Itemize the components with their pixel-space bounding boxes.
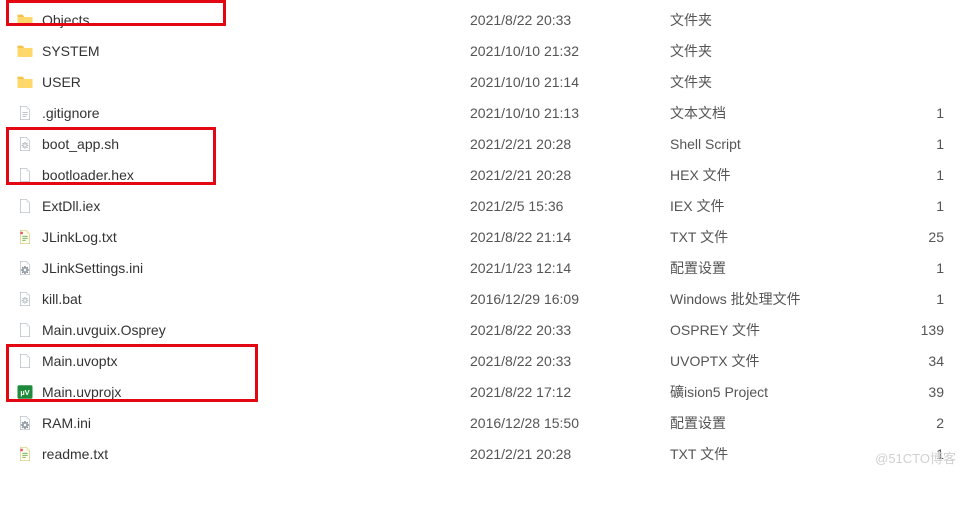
blank-icon <box>16 352 34 370</box>
file-date: 2021/10/10 21:13 <box>470 105 670 121</box>
blank-icon <box>16 166 34 184</box>
gear-icon <box>16 290 34 308</box>
file-type: UVOPTX 文件 <box>670 351 870 371</box>
file-name: RAM.ini <box>42 415 91 431</box>
txtgray-icon <box>16 104 34 122</box>
file-row[interactable]: Main.uvguix.Osprey 2021/8/22 20:33OSPREY … <box>10 314 958 345</box>
file-name: .gitignore <box>42 105 100 121</box>
file-date: 2016/12/28 15:50 <box>470 415 670 431</box>
file-name: Main.uvguix.Osprey <box>42 322 166 338</box>
file-size: 1 <box>870 291 950 307</box>
file-size: 1 <box>870 260 950 276</box>
file-date: 2016/12/29 16:09 <box>470 291 670 307</box>
file-row[interactable]: ExtDll.iex 2021/2/5 15:36IEX 文件1 <box>10 190 958 221</box>
file-row[interactable]: µV Main.uvprojx 2021/8/22 17:12礦ision5 Pro… <box>10 376 958 407</box>
uvproj-icon: µV <box>16 383 34 401</box>
file-type: OSPREY 文件 <box>670 320 870 340</box>
file-row[interactable]: RAM.ini 2016/12/28 15:50配置设置2 <box>10 407 958 438</box>
file-date: 2021/1/23 12:14 <box>470 260 670 276</box>
file-name: readme.txt <box>42 446 108 462</box>
file-date: 2021/2/21 20:28 <box>470 446 670 462</box>
file-size: 1 <box>870 198 950 214</box>
file-name: kill.bat <box>42 291 82 307</box>
file-date: 2021/8/22 20:33 <box>470 12 670 28</box>
file-date: 2021/2/21 20:28 <box>470 136 670 152</box>
file-size: 1 <box>870 105 950 121</box>
file-type: IEX 文件 <box>670 196 870 216</box>
file-type: 配置设置 <box>670 258 870 278</box>
file-name: Main.uvoptx <box>42 353 117 369</box>
file-size: 34 <box>870 353 950 369</box>
file-type: TXT 文件 <box>670 227 870 247</box>
file-row[interactable]: USER 2021/10/10 21:14文件夹 <box>10 66 958 97</box>
file-row[interactable]: .gitignore 2021/10/10 21:13文本文档1 <box>10 97 958 128</box>
file-row[interactable]: Main.uvoptx 2021/8/22 20:33UVOPTX 文件34 <box>10 345 958 376</box>
file-date: 2021/8/22 20:33 <box>470 353 670 369</box>
blank-icon <box>16 197 34 215</box>
file-date: 2021/10/10 21:14 <box>470 74 670 90</box>
file-row[interactable]: bootloader.hex 2021/2/21 20:28HEX 文件1 <box>10 159 958 190</box>
file-type: 文件夹 <box>670 10 870 30</box>
file-name: SYSTEM <box>42 43 100 59</box>
file-size: 1 <box>870 136 950 152</box>
file-row[interactable]: SYSTEM 2021/10/10 21:32文件夹 <box>10 35 958 66</box>
file-type: 配置设置 <box>670 413 870 433</box>
folder-icon <box>16 11 34 29</box>
file-date: 2021/8/22 17:12 <box>470 384 670 400</box>
ini-icon <box>16 414 34 432</box>
file-date: 2021/8/22 21:14 <box>470 229 670 245</box>
file-date: 2021/8/22 20:33 <box>470 322 670 338</box>
file-type: Shell Script <box>670 136 870 152</box>
file-type: 文件夹 <box>670 41 870 61</box>
svg-text:µV: µV <box>20 388 29 397</box>
file-row[interactable]: JLinkSettings.ini 2021/1/23 12:14配置设置1 <box>10 252 958 283</box>
file-name: JLinkSettings.ini <box>42 260 143 276</box>
file-date: 2021/10/10 21:32 <box>470 43 670 59</box>
file-list: Objects2021/8/22 20:33文件夹SYSTEM2021/10/1… <box>10 4 958 469</box>
ini-icon <box>16 259 34 277</box>
file-size: 1 <box>870 167 950 183</box>
file-row[interactable]: readme.txt 2021/2/21 20:28TXT 文件1 <box>10 438 958 469</box>
blank-icon <box>16 321 34 339</box>
file-type: HEX 文件 <box>670 165 870 185</box>
file-type: Windows 批处理文件 <box>670 289 870 309</box>
file-size: 1 <box>870 446 950 462</box>
file-type: 文件夹 <box>670 72 870 92</box>
txtnote-icon <box>16 445 34 463</box>
file-type: TXT 文件 <box>670 444 870 464</box>
file-row[interactable]: boot_app.sh 2021/2/21 20:28Shell Script1 <box>10 128 958 159</box>
file-date: 2021/2/21 20:28 <box>470 167 670 183</box>
file-size: 139 <box>870 322 950 338</box>
file-name: Main.uvprojx <box>42 384 121 400</box>
file-name: USER <box>42 74 81 90</box>
file-name: boot_app.sh <box>42 136 119 152</box>
file-name: ExtDll.iex <box>42 198 100 214</box>
file-size: 25 <box>870 229 950 245</box>
file-type: 文本文档 <box>670 103 870 123</box>
file-type: 礦ision5 Project <box>670 382 870 402</box>
file-row[interactable]: kill.bat 2016/12/29 16:09Windows 批处理文件1 <box>10 283 958 314</box>
file-name: Objects <box>42 12 89 28</box>
file-name: bootloader.hex <box>42 167 134 183</box>
file-name: JLinkLog.txt <box>42 229 117 245</box>
folder-icon <box>16 42 34 60</box>
file-size: 39 <box>870 384 950 400</box>
file-row[interactable]: Objects 2021/8/22 20:33文件夹 <box>10 4 958 35</box>
file-size: 2 <box>870 415 950 431</box>
gear-icon <box>16 135 34 153</box>
file-date: 2021/2/5 15:36 <box>470 198 670 214</box>
folder-icon <box>16 73 34 91</box>
txtnote-icon <box>16 228 34 246</box>
file-row[interactable]: JLinkLog.txt 2021/8/22 21:14TXT 文件25 <box>10 221 958 252</box>
